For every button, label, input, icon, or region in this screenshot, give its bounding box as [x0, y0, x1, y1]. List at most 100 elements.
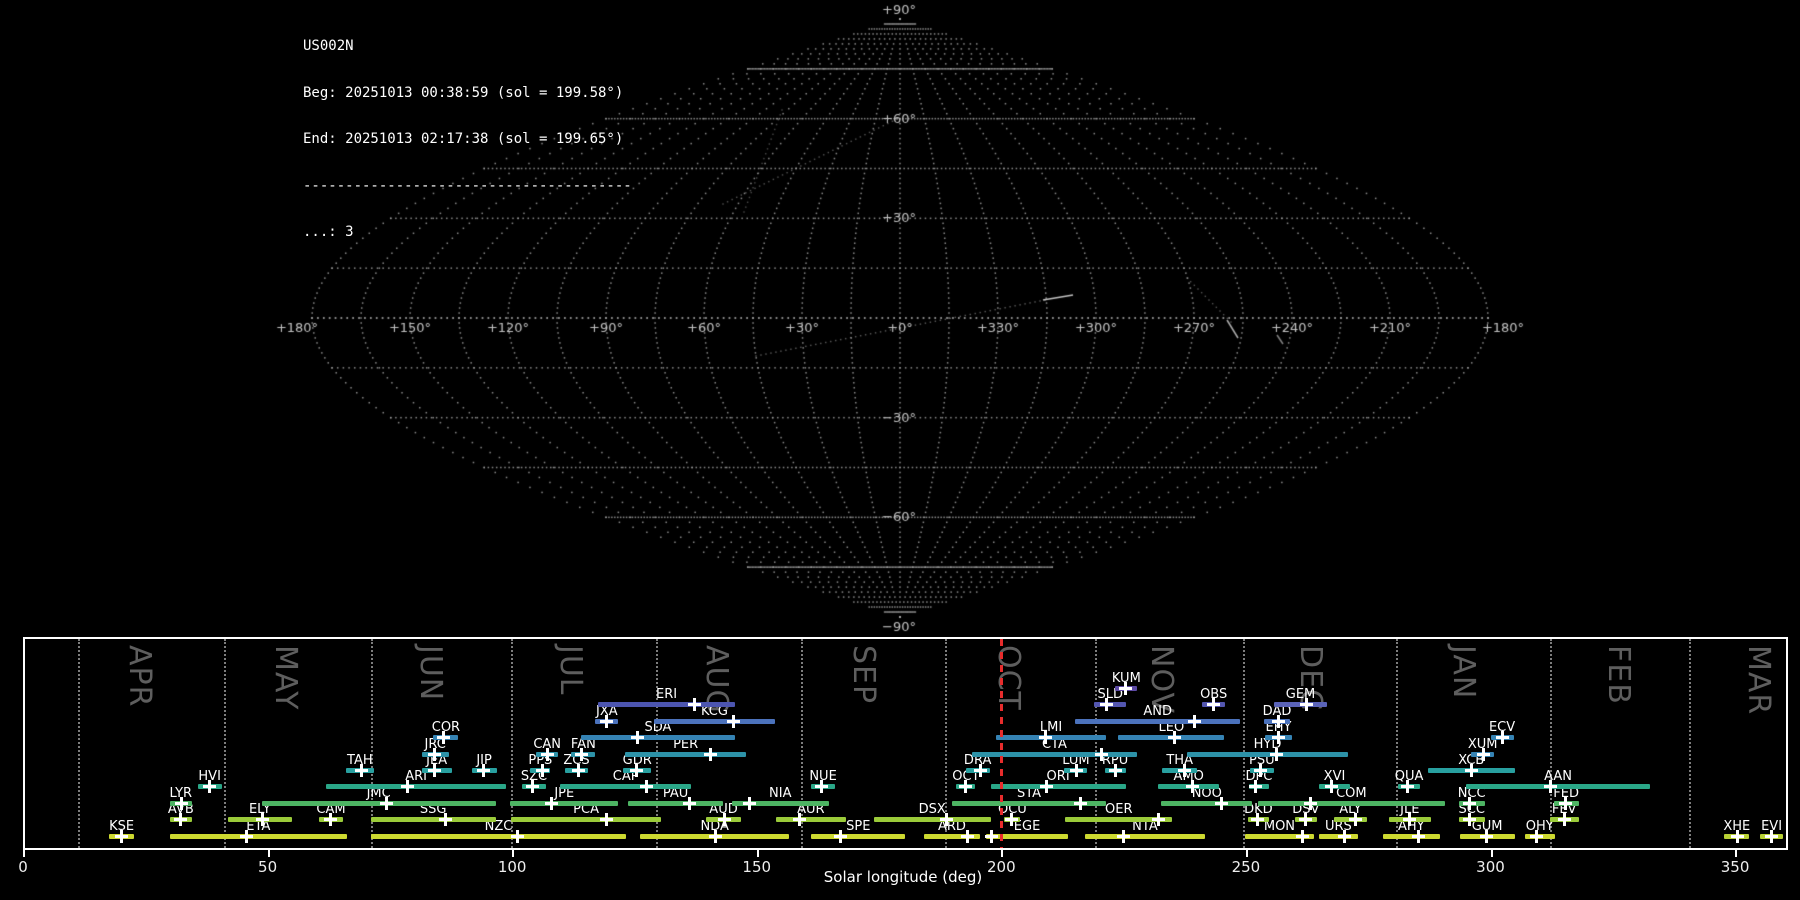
shower-label-nia: NIA: [769, 785, 792, 801]
shower-bar-jmc: [261, 800, 496, 806]
shower-bar-pau: [628, 800, 724, 806]
shower-peak-marker-nzc: [511, 829, 525, 843]
x-tick: [267, 850, 270, 857]
shower-peak-marker-gum: [1480, 829, 1494, 843]
x-tick: [512, 850, 515, 857]
shower-bar-per: [625, 751, 747, 757]
shower-bar-aur: [775, 817, 846, 823]
shower-peak-marker-jle: [1403, 813, 1417, 827]
x-tick-label: 200: [987, 858, 1016, 876]
shower-bar-aan: [1465, 784, 1651, 790]
shower-peak-marker-sld: [1100, 698, 1114, 712]
shower-peak-marker-leo: [1168, 731, 1182, 745]
shower-peak-marker-nue: [815, 780, 829, 794]
shower-peak-marker-avb: [173, 813, 187, 827]
end-time-line: End: 20251013 02:17:38 (sol = 199.65°): [303, 131, 624, 147]
shower-peak-marker-lum: [1070, 763, 1084, 777]
month-label-oct: OCT: [990, 645, 1026, 711]
x-tick-label: 0: [18, 858, 28, 876]
shower-peak-marker-ege: [985, 829, 999, 843]
shower-peak-marker-mon: [1295, 829, 1309, 843]
shower-peak-marker-amo: [1185, 780, 1199, 794]
x-tick: [1735, 850, 1738, 857]
shower-peak-marker-zcs: [571, 763, 585, 777]
shower-bar-nzc: [370, 833, 627, 839]
month-gridline: [224, 639, 227, 848]
x-tick: [1490, 850, 1493, 857]
x-tick-label: 250: [1231, 858, 1261, 876]
shower-peak-marker-pca: [599, 813, 613, 827]
shower-peak-marker-ori: [1039, 780, 1053, 794]
shower-bar-cta: [971, 751, 1138, 757]
x-tick: [23, 850, 25, 857]
x-tick: [756, 850, 759, 857]
shower-peak-marker-xvi: [1324, 780, 1338, 794]
shower-peak-marker-aan: [1544, 780, 1558, 794]
shower-peak-marker-ocu: [1005, 813, 1019, 827]
shower-peak-marker-obs: [1206, 698, 1220, 712]
shower-bar-and: [1075, 718, 1241, 724]
shower-peak-marker-nta: [1116, 829, 1130, 843]
month-label-apr: APR: [121, 645, 157, 708]
shower-peak-marker-lyr: [174, 796, 188, 810]
separator-line: ---------------------------------------: [303, 177, 632, 194]
shower-peak-marker-fan: [574, 747, 588, 761]
shower-peak-marker-dra: [973, 763, 987, 777]
meteor-observation-screen: US002N Beg: 20251013 00:38:59 (sol = 199…: [0, 0, 1800, 900]
shower-peak-marker-aur: [793, 813, 807, 827]
month-label-sep: SEP: [845, 645, 881, 705]
shower-bar-jpe: [510, 800, 619, 806]
shower-label-spe: SPE: [846, 818, 871, 834]
begin-time-line: Beg: 20251013 00:38:59 (sol = 199.58°): [303, 84, 624, 101]
current-sol-line: [999, 639, 1003, 848]
shower-peak-marker-dpc: [1248, 780, 1262, 794]
shower-peak-marker-gem: [1299, 698, 1313, 712]
shower-peak-marker-nia: [743, 796, 757, 810]
shower-peak-marker-pps: [536, 763, 550, 777]
shower-bar-noo: [1161, 800, 1253, 806]
shower-bar-nta: [1084, 833, 1206, 839]
shower-bar-ari: [325, 784, 507, 790]
shower-peak-marker-xum: [1477, 747, 1491, 761]
shower-peak-marker-jpe: [544, 796, 558, 810]
shower-peak-marker-dsv: [1298, 813, 1312, 827]
shower-peak-marker-hvi: [203, 780, 217, 794]
shower-peak-marker-sda: [631, 731, 645, 745]
shower-peak-marker-spe: [834, 829, 848, 843]
month-label-mar: MAR: [1740, 645, 1776, 716]
shower-bar-hyd: [1187, 751, 1348, 757]
shower-peak-marker-ssg: [439, 813, 453, 827]
shower-peak-marker-ohy: [1530, 829, 1544, 843]
shower-peak-marker-scc: [1463, 813, 1476, 827]
shower-peak-marker-can: [540, 747, 554, 761]
month-label-feb: FEB: [1600, 645, 1636, 705]
shower-peak-marker-dkd: [1250, 813, 1264, 827]
shower-activity-chart: APR MAY JUN JUL AUG SEP OCT NOV DEC JAN FEB MAR KSE E…: [23, 637, 1788, 850]
month-gridline: [78, 639, 81, 848]
x-tick-label: 100: [497, 858, 527, 876]
shower-peak-marker-dad: [1271, 714, 1285, 728]
month-gridline: [1689, 639, 1692, 848]
shower-peak-marker-and: [1187, 714, 1201, 728]
shower-peak-marker-aly: [1348, 813, 1362, 827]
shower-label-eri: ERI: [655, 687, 678, 703]
shower-bar-spe: [811, 833, 906, 839]
shower-peak-marker-xcb: [1465, 763, 1479, 777]
shower-peak-marker-ncc: [1463, 796, 1476, 810]
shower-peak-marker-ecv: [1496, 731, 1510, 745]
shower-peak-marker-nda: [708, 829, 722, 843]
shower-bar-sda: [581, 735, 735, 741]
shower-peak-marker-tha: [1177, 763, 1191, 777]
shower-peak-marker-szc: [525, 780, 539, 794]
shower-peak-marker-kse: [115, 829, 129, 843]
shower-peak-marker-jxa: [599, 714, 613, 728]
month-label-may: MAY: [267, 645, 303, 711]
shower-peak-marker-aud: [717, 813, 731, 827]
shower-peak-marker-xhe: [1730, 829, 1744, 843]
shower-peak-marker-gdr: [629, 763, 643, 777]
shower-peak-marker-per: [704, 747, 718, 761]
shower-peak-marker-eta: [240, 829, 254, 843]
shower-peak-marker-sta: [1074, 796, 1088, 810]
shower-bar-ssg: [370, 817, 496, 823]
shower-peak-marker-fev: [1557, 813, 1571, 827]
